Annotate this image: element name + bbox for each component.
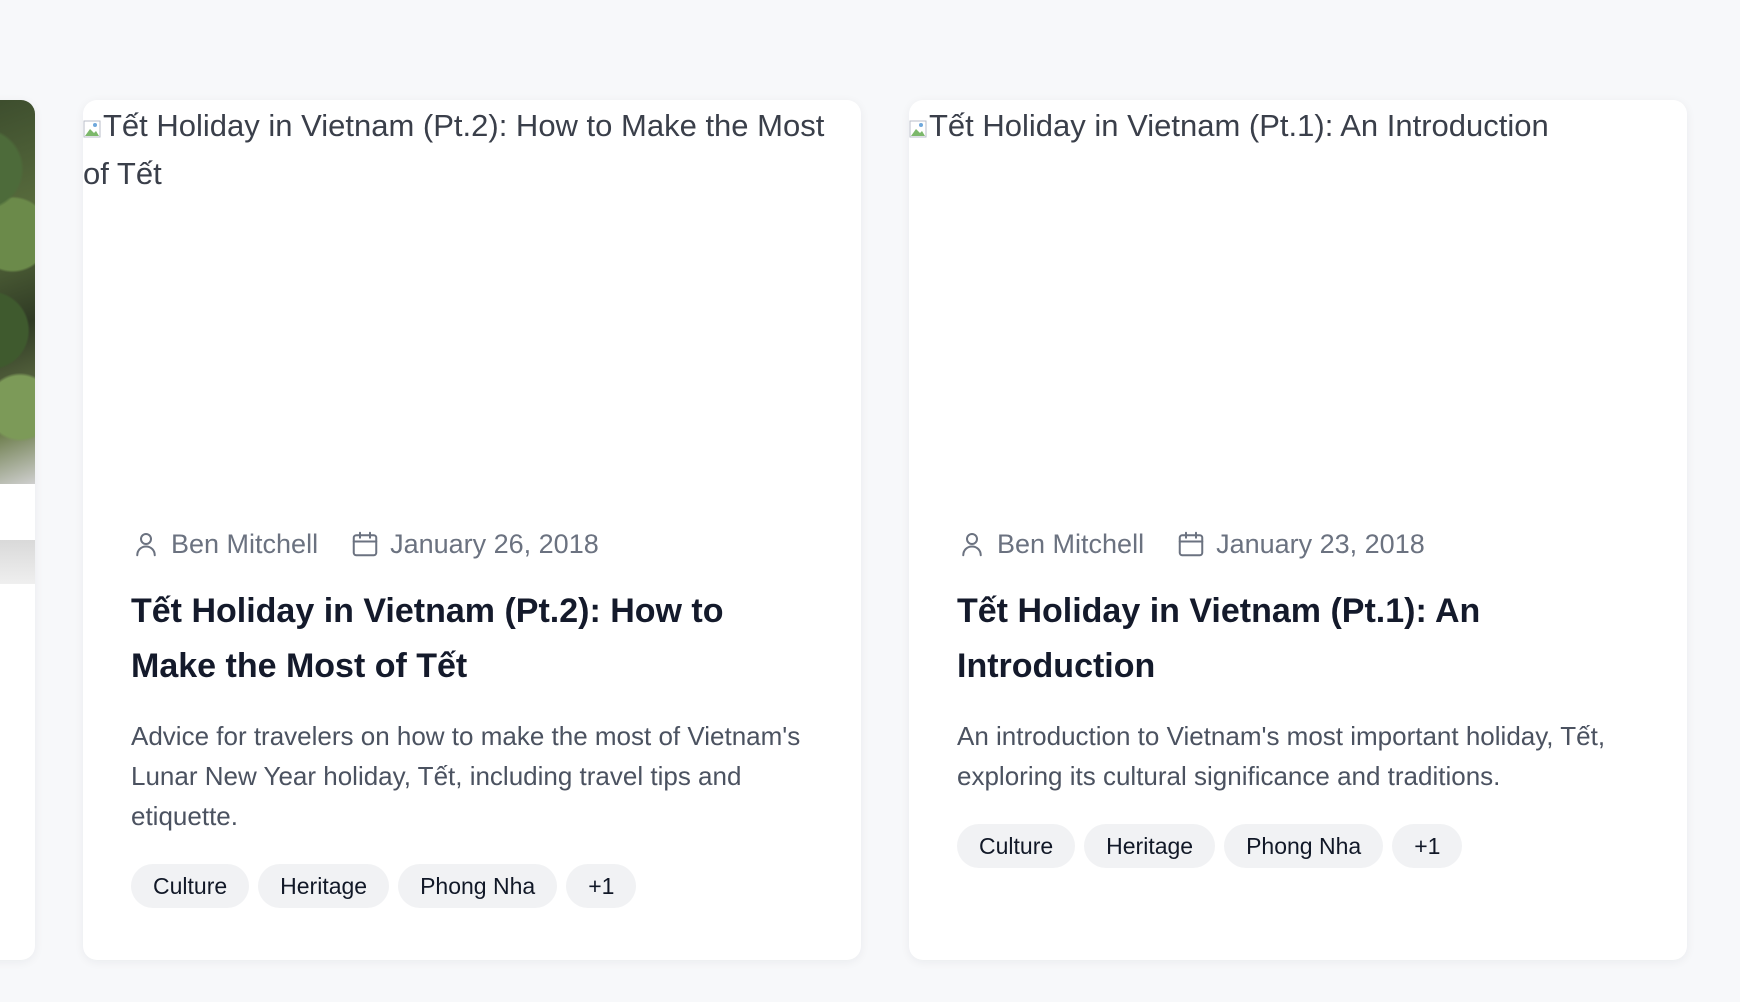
broken-image-icon	[83, 120, 101, 138]
post-card[interactable]: Tết Holiday in Vietnam (Pt.2): How to Ma…	[83, 100, 861, 960]
post-date: January 23, 2018	[1176, 529, 1425, 560]
post-image[interactable]: Tết Holiday in Vietnam (Pt.1): An Introd…	[909, 100, 1687, 484]
post-date: January 26, 2018	[350, 529, 599, 560]
calendar-icon	[352, 531, 378, 557]
calendar-icon	[1178, 531, 1204, 557]
post-tags: Culture Heritage Phong Nha +1	[131, 864, 813, 908]
post-title[interactable]: Tết Holiday in Vietnam (Pt.2): How to Ma…	[131, 584, 813, 694]
post-author-name: Ben Mitchell	[171, 528, 319, 559]
post-meta: Ben Mitchell January 26, 2018	[131, 524, 813, 564]
post-author: Ben Mitchell	[131, 529, 318, 560]
post-title[interactable]: Tết Holiday in Vietnam (Pt.1): An Introd…	[957, 584, 1639, 694]
post-card[interactable]: Tết Holiday in Vietnam (Pt.1): An Introd…	[909, 100, 1687, 960]
broken-image-icon	[909, 120, 927, 138]
post-author-name: Ben Mitchell	[997, 528, 1145, 559]
tag-chip[interactable]: Culture	[131, 864, 250, 908]
tag-chip[interactable]: Phong Nha	[398, 864, 558, 908]
post-tags: Culture Heritage Phong Nha +1	[957, 824, 1639, 868]
user-icon	[136, 533, 156, 557]
post-date-text: January 23, 2018	[1216, 528, 1425, 559]
previous-post-image[interactable]	[0, 100, 35, 484]
post-card-body: Ben Mitchell January 26, 2018 Tết Holida…	[131, 524, 813, 908]
tag-chip[interactable]: Phong Nha	[1224, 824, 1384, 868]
post-card-body: Ben Mitchell January 23, 2018 Tết Holida…	[957, 524, 1639, 868]
tag-chip[interactable]: Heritage	[258, 864, 390, 908]
post-meta: Ben Mitchell January 23, 2018	[957, 524, 1639, 564]
previous-post-image-edge	[0, 540, 35, 584]
blog-carousel: Tết Holiday in Vietnam (Pt.2): How to Ma…	[0, 0, 1740, 1002]
post-image-alt-text: Tết Holiday in Vietnam (Pt.2): How to Ma…	[83, 108, 825, 191]
post-image-alt-text: Tết Holiday in Vietnam (Pt.1): An Introd…	[929, 108, 1549, 143]
post-description: Advice for travelers on how to make the …	[131, 721, 801, 831]
post-description: An introduction to Vietnam's most import…	[957, 721, 1606, 791]
tag-more-chip[interactable]: +1	[566, 864, 637, 908]
user-icon	[962, 533, 982, 557]
tag-chip[interactable]: Heritage	[1084, 824, 1216, 868]
previous-post-card[interactable]	[0, 100, 35, 960]
post-image[interactable]: Tết Holiday in Vietnam (Pt.2): How to Ma…	[83, 100, 861, 484]
tag-chip[interactable]: Culture	[957, 824, 1076, 868]
tag-more-chip[interactable]: +1	[1392, 824, 1463, 868]
post-date-text: January 26, 2018	[390, 528, 599, 559]
post-author: Ben Mitchell	[957, 529, 1144, 560]
